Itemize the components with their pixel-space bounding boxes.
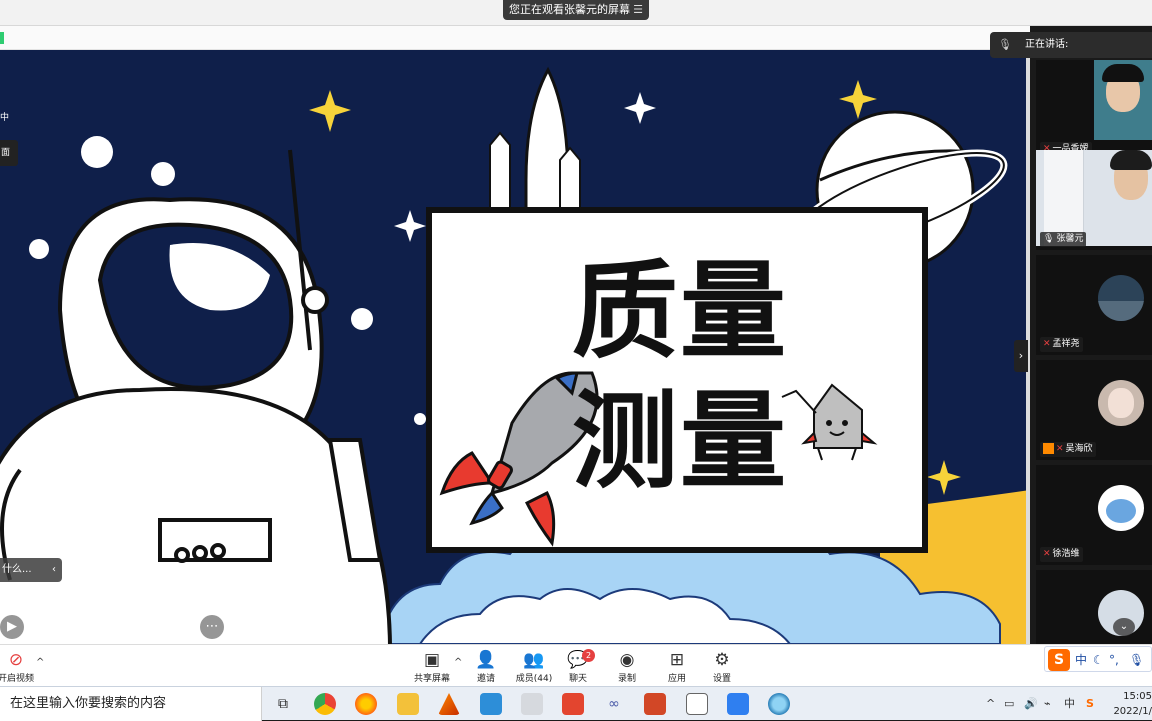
shared-window-header [0, 26, 1030, 50]
app-icon-swirl[interactable] [768, 693, 790, 715]
video-feed [1094, 60, 1152, 140]
whiteboard-icon[interactable]: ▤ [158, 615, 182, 639]
tray-language[interactable]: 中 [1064, 696, 1075, 712]
app-icon-white[interactable] [686, 693, 708, 715]
moon-icon[interactable]: ☾ [1093, 651, 1104, 669]
status-indicator [0, 32, 4, 44]
video-off-icon: ⊘ [8, 650, 24, 670]
slide-title-card: 质量 测量 [426, 207, 928, 553]
chrome-icon[interactable] [314, 693, 336, 715]
shared-screen: 质量 测量 中 面 什么... ‹ ▶ ✎ ⬚ ▭ ▤ ⋯ [0, 50, 1030, 644]
muted-mic-icon: ✕ [1043, 549, 1051, 559]
microphone-icon[interactable]: 🎙 [1129, 651, 1144, 669]
tencent-meeting-icon[interactable] [727, 693, 749, 715]
firefox-icon[interactable] [355, 693, 377, 715]
participant-tile[interactable]: ✕ 吴海欣 [1036, 360, 1152, 460]
network-icon[interactable]: ⌁ [1044, 696, 1051, 712]
share-screen-icon: ▣ [423, 650, 441, 670]
task-view-icon[interactable]: ⧉ [272, 693, 294, 715]
ime-language-toggle[interactable]: 中 [1075, 651, 1087, 669]
volume-icon[interactable]: 🔊 [1024, 696, 1038, 712]
participant-tile[interactable]: ✕ 徐浩维 [1036, 465, 1152, 565]
more-icon[interactable]: ⋯ [200, 615, 224, 639]
punctuation-icon[interactable]: °, [1109, 651, 1119, 669]
participant-tile[interactable]: ✕ 孟祥尧 [1036, 255, 1152, 355]
apps-button[interactable]: ⊞ 应用 [657, 649, 697, 685]
matlab-icon[interactable] [438, 693, 460, 715]
record-icon: ◉ [619, 650, 635, 670]
participant-name-label: ✕ 吴海欣 [1040, 442, 1096, 457]
left-overlay-button[interactable]: 面 [0, 140, 18, 166]
muted-mic-icon: ✕ [1056, 444, 1064, 454]
meeting-toolbar: ⊘ 开启视频 ^ ▣ 共享屏幕 ^ 👤 邀请 👥 成员(44) 💬 聊天 2 ◉… [0, 644, 1152, 686]
speaking-indicator: 🎙 正在讲话: [990, 32, 1152, 58]
participant-tile[interactable]: ✕ 一品香嫒 [1036, 60, 1152, 160]
host-icon [1043, 443, 1054, 454]
sogou-tray-icon[interactable]: S [1086, 696, 1094, 712]
annotation-notice[interactable]: 什么... ‹ [0, 558, 62, 582]
play-icon[interactable]: ▶ [0, 615, 24, 639]
pen-icon[interactable]: ✎ [38, 615, 62, 639]
menu-lines-icon[interactable]: ☰ [633, 0, 643, 20]
members-button[interactable]: 👥 成员(44) [512, 649, 556, 685]
participant-tile[interactable]: 🎙 张馨元 [1036, 150, 1152, 250]
share-banner-text: 您正在观看张馨元的屏幕 [509, 3, 630, 16]
annotation-toolbar: ▶ ✎ ⬚ ▭ ▤ ⋯ [0, 613, 240, 641]
app-icon-blue[interactable] [480, 693, 502, 715]
muted-mic-icon: ✕ [1043, 339, 1051, 349]
screen-share-banner[interactable]: 您正在观看张馨元的屏幕 ☰ [503, 0, 649, 20]
system-clock[interactable]: 15:05 2022/1/ [1112, 689, 1152, 719]
taskbar-search-input[interactable]: 在这里输入你要搜索的内容 [0, 687, 262, 721]
chevron-down-icon[interactable]: ⌄ [1113, 618, 1135, 636]
battery-icon[interactable]: ▭ [1004, 696, 1014, 712]
speaking-label: 正在讲话: [1025, 39, 1069, 50]
settings-button[interactable]: ⚙ 设置 [702, 649, 742, 685]
avatar [1098, 275, 1144, 321]
start-video-button[interactable]: ⊘ 开启视频 [0, 649, 36, 685]
chat-button[interactable]: 💬 聊天 2 [558, 649, 598, 685]
participant-name-label: ✕ 孟祥尧 [1040, 337, 1083, 352]
sogou-logo-icon: S [1048, 649, 1070, 671]
chevron-up-icon[interactable]: ^ [36, 657, 44, 668]
app-icon-gray[interactable] [521, 693, 543, 715]
participant-name-label: ✕ 徐浩维 [1040, 547, 1083, 562]
gear-icon: ⚙ [714, 650, 730, 670]
camera-icon[interactable]: ▭ [118, 615, 142, 639]
powerpoint-icon[interactable] [644, 693, 666, 715]
slide-title-line-2: 测量 [572, 380, 788, 503]
input-method-bar[interactable]: S 中 ☾ °, 🎙 [1044, 646, 1152, 672]
chat-unread-badge: 2 [582, 649, 595, 662]
participant-name-label: 🎙 张馨元 [1040, 232, 1087, 247]
chevron-right-icon[interactable]: › [1014, 340, 1028, 372]
share-screen-button[interactable]: ▣ 共享屏幕 [412, 649, 452, 685]
file-explorer-icon[interactable] [397, 693, 419, 715]
infinity-app-icon[interactable]: ∞ [603, 693, 625, 715]
chevron-up-icon[interactable]: ^ [454, 657, 462, 668]
participant-tile[interactable] [1036, 570, 1152, 644]
members-icon: 👥 [523, 650, 545, 670]
robot-illustration [781, 383, 878, 461]
avatar [1098, 485, 1144, 531]
mic-icon: 🎙 [1043, 234, 1055, 244]
slide-title-line-1: 质量 [572, 250, 788, 373]
chevron-left-icon[interactable]: ‹ [52, 558, 56, 582]
windows-taskbar: 在这里输入你要搜索的内容 ⧉ ∞ ^ ▭ 🔊 ⌁ 中 S 15:05 2022/… [0, 686, 1152, 721]
avatar [1098, 380, 1144, 426]
select-icon[interactable]: ⬚ [78, 615, 102, 639]
left-overlay-fragment: 中 [0, 113, 10, 123]
settings-app-icon[interactable] [562, 693, 584, 715]
record-button[interactable]: ◉ 录制 [607, 649, 647, 685]
annotation-notice-text: 什么... [2, 564, 32, 575]
add-user-icon: 👤 [475, 650, 497, 670]
chevron-up-icon[interactable]: ^ [986, 696, 995, 712]
microphone-icon: 🎙 [998, 38, 1012, 51]
invite-button[interactable]: 👤 邀请 [466, 649, 506, 685]
apps-grid-icon: ⊞ [669, 650, 685, 670]
